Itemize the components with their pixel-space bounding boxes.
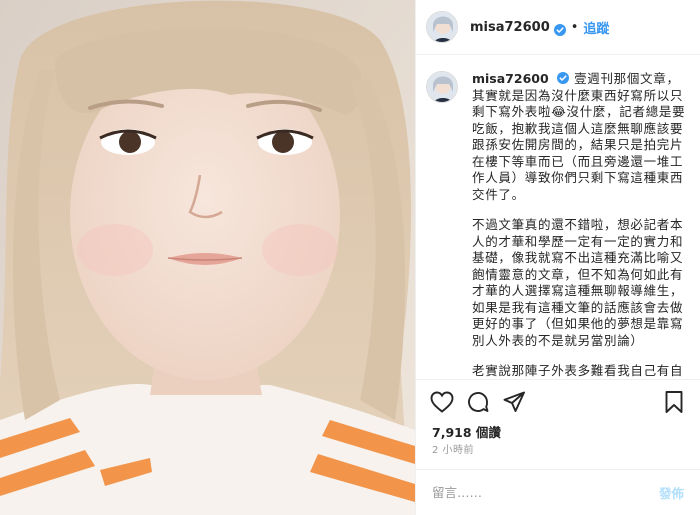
caption-text: misa72600 壹週刊那個文章，其實就是因為沒什麼東西好寫所以只剩下寫外表啦… bbox=[472, 71, 686, 379]
post-timestamp[interactable]: 2 小時前 bbox=[416, 443, 700, 469]
comment-icon[interactable] bbox=[460, 384, 496, 420]
caption-paragraph: 不過文筆真的還不錯啦，想必記者本人的才華和學歷一定有一定的實力和基礎，像我就寫不… bbox=[472, 217, 684, 348]
avatar[interactable] bbox=[426, 11, 458, 43]
add-comment-bar: 發佈 bbox=[416, 469, 700, 515]
caption-paragraph: 老實說那陣子外表多難看我自己有自知之明，畢竟就像她說工作的原因 bbox=[472, 363, 684, 378]
post-comment-button[interactable]: 發佈 bbox=[659, 483, 684, 502]
instagram-post: misa72600 • 追蹤 misa72600 壹週刊那個文章，其實就是因為沒… bbox=[0, 0, 700, 515]
post-side-panel: misa72600 • 追蹤 misa72600 壹週刊那個文章，其實就是因為沒… bbox=[415, 0, 700, 515]
avatar[interactable] bbox=[426, 71, 458, 103]
comment-input[interactable] bbox=[432, 485, 659, 500]
post-header: misa72600 • 追蹤 bbox=[416, 0, 700, 55]
share-icon[interactable] bbox=[496, 384, 532, 420]
username-link[interactable]: misa72600 bbox=[470, 20, 550, 35]
like-count[interactable]: 7,918 個讚 bbox=[416, 423, 700, 443]
separator-dot: • bbox=[570, 19, 579, 35]
verified-badge-icon bbox=[553, 21, 566, 36]
post-photo[interactable] bbox=[0, 0, 415, 515]
like-count-suffix: 個讚 bbox=[475, 425, 501, 440]
bookmark-icon[interactable] bbox=[656, 384, 692, 420]
verified-badge-icon bbox=[557, 72, 570, 84]
caption-area: misa72600 壹週刊那個文章，其實就是因為沒什麼東西好寫所以只剩下寫外表啦… bbox=[416, 55, 700, 379]
like-count-value: 7,918 bbox=[432, 425, 472, 440]
follow-button[interactable]: 追蹤 bbox=[583, 18, 609, 37]
action-bar bbox=[416, 379, 700, 423]
heart-icon[interactable] bbox=[424, 384, 460, 420]
caption-paragraph: 壹週刊那個文章，其實就是因為沒什麼東西好寫所以只剩下寫外表啦😂沒什麼，記者總是要… bbox=[472, 71, 686, 202]
selfie-image bbox=[0, 0, 415, 515]
caption-username[interactable]: misa72600 bbox=[472, 71, 549, 86]
